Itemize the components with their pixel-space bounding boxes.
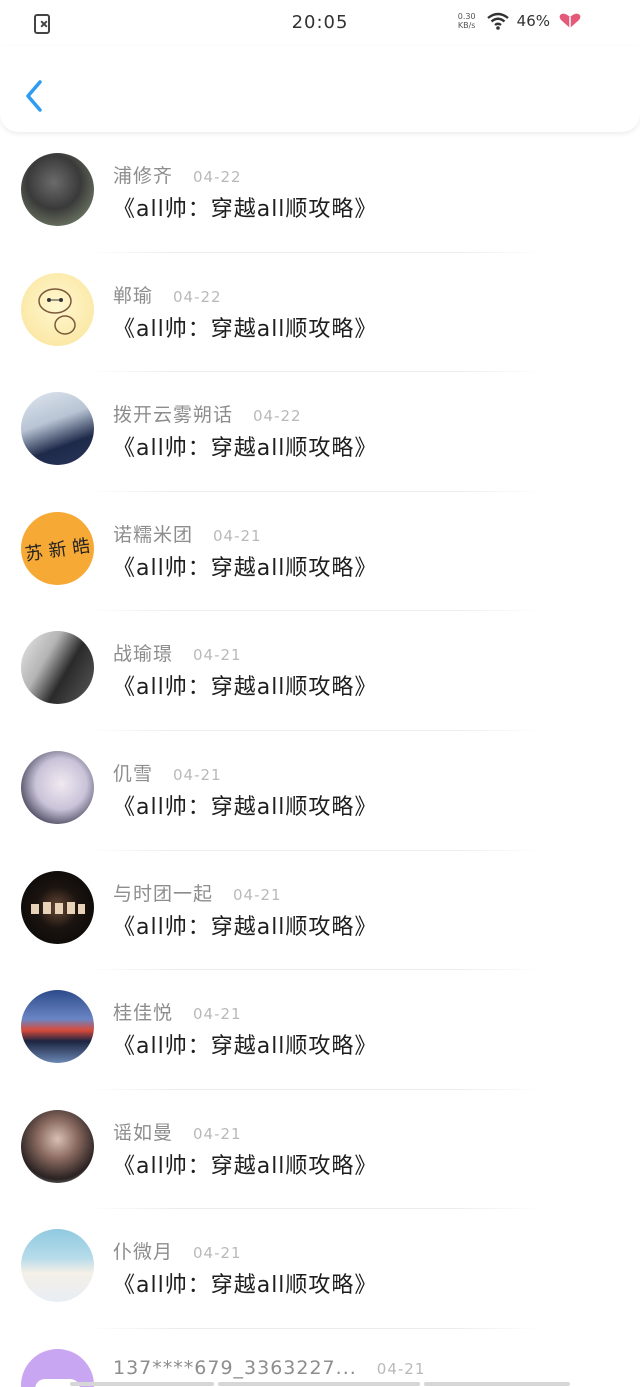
battery-percent: 46% (516, 12, 550, 30)
avatar[interactable] (21, 153, 94, 226)
wifi-icon (486, 12, 509, 30)
list-item[interactable]: 仉雪 04-21 《all帅：穿越all顺攻略》 (0, 731, 640, 851)
crowd-lights-icon (31, 901, 85, 914)
book-title: 《all帅：穿越all顺攻略》 (113, 1153, 378, 1179)
net-speed-unit: KB/s (457, 21, 476, 30)
status-right-group: 0.30 KB/s 46% (455, 12, 582, 30)
username: 郸瑜 (113, 284, 154, 307)
indicator-segment (424, 1382, 570, 1386)
date: 04-21 (193, 646, 242, 665)
date: 04-22 (193, 168, 242, 186)
date: 04-21 (193, 1005, 242, 1024)
username: 浦修齐 (113, 165, 174, 187)
username: 137****679_3363227... (113, 1356, 357, 1379)
indicator-segment (218, 1382, 420, 1386)
user-line: 诺糯米团 04-21 (113, 520, 262, 546)
username: 桂佳悦 (113, 1002, 174, 1025)
user-line: 137****679_3363227... 04-21 (113, 1357, 425, 1381)
date: 04-22 (173, 287, 222, 306)
avatar[interactable] (21, 1229, 94, 1303)
net-speed-value: 0.30 (457, 12, 476, 21)
username: 战瑜璟 (113, 643, 174, 666)
reader-list: 浦修齐 04-22 《all帅：穿越all顺攻略》 郸瑜 04-22 《all帅… (0, 133, 640, 1387)
list-item[interactable]: 拨开云雾朔话 04-22 《all帅：穿越all顺攻略》 (0, 372, 640, 492)
user-line: 浦修齐 04-22 (113, 161, 242, 187)
book-title: 《all帅：穿越all顺攻略》 (113, 675, 378, 701)
avatar[interactable] (21, 392, 94, 466)
avatar-text: 苏 新 皓 (23, 535, 92, 566)
list-item[interactable]: 仆微月 04-21 《all帅：穿越all顺攻略》 (0, 1209, 640, 1329)
avatar[interactable]: 苏 新 皓 (21, 511, 94, 585)
list-item[interactable]: 郸瑜 04-22 《all帅：穿越all顺攻略》 (0, 253, 640, 373)
book-title: 《all帅：穿越all顺攻略》 (113, 436, 378, 462)
date: 04-21 (213, 526, 262, 545)
username: 仉雪 (113, 762, 154, 785)
user-line: 战瑜璟 04-21 (113, 639, 242, 666)
list-item[interactable]: 苏 新 皓 诺糯米团 04-21 《all帅：穿越all顺攻略》 (0, 492, 640, 612)
bottom-scroll-indicator (0, 1380, 640, 1387)
date: 04-21 (376, 1359, 426, 1378)
list-item[interactable]: 战瑜璟 04-21 《all帅：穿越all顺攻略》 (0, 611, 640, 731)
date: 04-21 (193, 1244, 242, 1263)
list-item[interactable]: 137****679_3363227... 04-21 (0, 1329, 640, 1387)
date: 04-21 (193, 1124, 242, 1143)
username: 仆微月 (113, 1241, 174, 1264)
book-title: 《all帅：穿越all顺攻略》 (113, 197, 378, 222)
user-line: 拨开云雾朔话 04-22 (113, 400, 302, 427)
username: 拨开云雾朔话 (113, 404, 234, 427)
avatar[interactable] (21, 272, 94, 346)
username: 诺糯米团 (113, 523, 194, 546)
user-line: 桂佳悦 04-21 (113, 998, 242, 1025)
avatar[interactable] (21, 990, 94, 1064)
avatar[interactable] (21, 1109, 94, 1183)
list-item[interactable]: 谣如曼 04-21 《all帅：穿越all顺攻略》 (0, 1090, 640, 1210)
book-title: 《all帅：穿越all顺攻略》 (113, 914, 378, 940)
chevron-left-icon (26, 80, 42, 112)
username: 与时团一起 (113, 882, 214, 905)
list-item[interactable]: 桂佳悦 04-21 《all帅：穿越all顺攻略》 (0, 970, 640, 1090)
heart-icon (558, 13, 582, 29)
back-button[interactable] (20, 76, 50, 116)
date: 04-22 (253, 407, 302, 426)
username: 谣如曼 (113, 1121, 174, 1144)
book-title: 《all帅：穿越all顺攻略》 (113, 316, 378, 342)
date: 04-21 (233, 885, 282, 904)
book-title: 《all帅：穿越all顺攻略》 (113, 1034, 378, 1060)
user-line: 仉雪 04-21 (113, 759, 222, 785)
user-line: 与时团一起 04-21 (113, 879, 282, 905)
status-bar: 20:05 0.30 KB/s 46% (0, 0, 640, 46)
book-title: 《all帅：穿越all顺攻略》 (113, 1273, 378, 1299)
date: 04-21 (173, 765, 222, 784)
book-title: 《all帅：穿越all顺攻略》 (113, 794, 378, 820)
indicator-segment (70, 1382, 214, 1386)
avatar[interactable] (21, 750, 94, 824)
avatar[interactable] (21, 870, 94, 944)
user-line: 郸瑜 04-22 (113, 281, 222, 307)
net-speed: 0.30 KB/s (455, 12, 479, 30)
book-title: 《all帅：穿越all顺攻略》 (113, 555, 378, 581)
user-line: 仆微月 04-21 (113, 1237, 242, 1264)
avatar[interactable] (21, 631, 94, 705)
list-item[interactable]: 与时团一起 04-21 《all帅：穿越all顺攻略》 (0, 851, 640, 971)
nav-bar (0, 46, 640, 132)
cartoon-face-icon (38, 287, 76, 335)
list-item[interactable]: 浦修齐 04-22 《all帅：穿越all顺攻略》 (0, 133, 640, 253)
user-line: 谣如曼 04-21 (113, 1118, 242, 1144)
